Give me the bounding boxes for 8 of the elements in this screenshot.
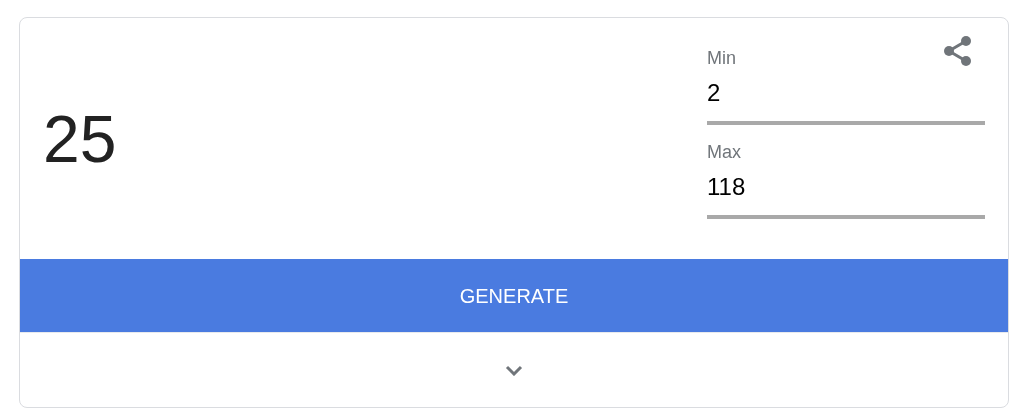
input-field[interactable]: 2	[707, 72, 985, 125]
result-number: 25	[43, 105, 117, 172]
generate-button[interactable]: GENERATE	[20, 259, 1008, 332]
field-label: Min	[707, 48, 736, 67]
share-icon[interactable]	[943, 35, 973, 67]
input-field[interactable]: 118	[707, 166, 985, 219]
field-label: Max	[707, 142, 741, 161]
chevron-down-icon[interactable]	[505, 365, 523, 376]
